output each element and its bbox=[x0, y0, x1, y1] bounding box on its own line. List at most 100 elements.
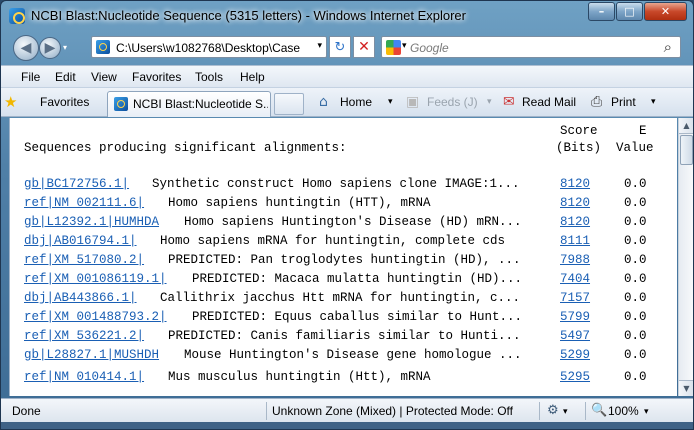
tab-label: NCBI Blast:Nucleotide S... bbox=[133, 97, 268, 111]
addon-settings-icon[interactable]: ⚙ bbox=[547, 403, 559, 418]
feeds-icon: ▣ bbox=[406, 94, 420, 110]
zoom-level[interactable]: 100% bbox=[608, 404, 639, 418]
result-row: ref|XM_517080.2| PREDICTED: Pan troglody… bbox=[10, 253, 670, 272]
score-link[interactable]: 8120 bbox=[560, 196, 590, 210]
sequence-description: PREDICTED: Canis familiaris similar to H… bbox=[168, 329, 521, 343]
evalue: 0.0 bbox=[624, 291, 647, 305]
mail-icon[interactable]: ✉ bbox=[503, 94, 515, 110]
zoom-icon[interactable]: 🔍 bbox=[591, 403, 607, 418]
favorites-button[interactable]: Favorites bbox=[40, 95, 89, 109]
result-row: dbj|AB443866.1| Callithrix jacchus Htt m… bbox=[10, 291, 670, 310]
sequence-description: Synthetic construct Homo sapiens clone I… bbox=[152, 177, 520, 191]
evalue: 0.0 bbox=[624, 177, 647, 191]
menu-help[interactable]: Help bbox=[240, 70, 265, 84]
menu-favorites[interactable]: Favorites bbox=[132, 70, 181, 84]
search-input[interactable]: Google bbox=[410, 41, 449, 55]
page-icon bbox=[96, 40, 110, 54]
status-bar: Done Unknown Zone (Mixed) | Protected Mo… bbox=[1, 398, 693, 422]
tab-ncbi-blast[interactable]: NCBI Blast:Nucleotide S... bbox=[107, 91, 271, 117]
evalue: 0.0 bbox=[624, 370, 647, 384]
new-tab-button[interactable] bbox=[274, 93, 304, 115]
score-link[interactable]: 7157 bbox=[560, 291, 590, 305]
navigation-bar: ◀ ▶ ▾ C:\Users\w1082768\Desktop\Case It … bbox=[1, 31, 693, 63]
evalue: 0.0 bbox=[624, 215, 647, 229]
accession-link[interactable]: ref|XM_001488793.2| bbox=[24, 310, 167, 324]
status-text: Done bbox=[12, 404, 41, 418]
title-bar: NCBI Blast:Nucleotide Sequence (5315 let… bbox=[1, 1, 693, 31]
score-header-line2: (Bits) bbox=[556, 141, 602, 155]
search-box[interactable]: ▾ Google ⌕ bbox=[381, 36, 681, 58]
evalue: 0.0 bbox=[624, 310, 647, 324]
score-link[interactable]: 7404 bbox=[560, 272, 590, 286]
score-link[interactable]: 8120 bbox=[560, 215, 590, 229]
search-icon[interactable]: ⌕ bbox=[664, 38, 672, 56]
close-button[interactable]: ✕ bbox=[644, 2, 687, 21]
score-link[interactable]: 8111 bbox=[560, 234, 590, 248]
result-row: ref|XM_001086119.1| PREDICTED: Macaca mu… bbox=[10, 272, 670, 291]
menu-edit[interactable]: Edit bbox=[55, 70, 76, 84]
evalue: 0.0 bbox=[624, 234, 647, 248]
score-link[interactable]: 5497 bbox=[560, 329, 590, 343]
score-link[interactable]: 5799 bbox=[560, 310, 590, 324]
evalue: 0.0 bbox=[624, 329, 647, 343]
refresh-icon[interactable]: ↻ bbox=[329, 36, 351, 58]
accession-link[interactable]: ref|NM_010414.1| bbox=[24, 370, 144, 384]
read-mail-button[interactable]: Read Mail bbox=[522, 95, 576, 109]
back-button[interactable]: ◀ bbox=[13, 35, 39, 61]
home-button[interactable]: Home bbox=[340, 95, 372, 109]
scroll-down-icon[interactable]: ▼ bbox=[679, 380, 693, 396]
menu-file[interactable]: File bbox=[21, 70, 40, 84]
score-link[interactable]: 7988 bbox=[560, 253, 590, 267]
scroll-up-icon[interactable]: ▲ bbox=[679, 118, 693, 134]
accession-link[interactable]: ref|XM_536221.2| bbox=[24, 329, 144, 343]
address-input[interactable]: C:\Users\w1082768\Desktop\Case It bbox=[116, 41, 302, 55]
accession-link[interactable]: gb|L28827.1|MUSHDH bbox=[24, 348, 159, 362]
evalue: 0.0 bbox=[624, 348, 647, 362]
address-dropdown-icon[interactable]: ▾ bbox=[317, 41, 322, 51]
score-link[interactable]: 5299 bbox=[560, 348, 590, 362]
result-row: dbj|AB016794.1| Homo sapiens mRNA for hu… bbox=[10, 234, 670, 253]
sequence-description: Mouse Huntington's Disease gene homologu… bbox=[184, 348, 522, 362]
accession-link[interactable]: dbj|AB016794.1| bbox=[24, 234, 137, 248]
recent-pages-dropdown[interactable]: ▾ bbox=[63, 43, 67, 52]
menu-tools[interactable]: Tools bbox=[195, 70, 223, 84]
evalue-header-line2: Value bbox=[616, 141, 654, 155]
forward-button[interactable]: ▶ bbox=[39, 37, 61, 59]
accession-link[interactable]: gb|BC172756.1| bbox=[24, 177, 129, 191]
evalue: 0.0 bbox=[624, 272, 647, 286]
ie-logo-icon bbox=[9, 8, 25, 24]
maximize-button[interactable]: □ bbox=[616, 2, 643, 21]
accession-link[interactable]: ref|NM_002111.6| bbox=[24, 196, 144, 210]
scroll-thumb[interactable] bbox=[680, 135, 693, 165]
status-divider bbox=[266, 402, 267, 420]
minimize-button[interactable]: – bbox=[588, 2, 615, 21]
accession-link[interactable]: dbj|AB443866.1| bbox=[24, 291, 137, 305]
search-provider-dropdown-icon[interactable]: ▾ bbox=[402, 41, 407, 51]
menu-bar: File Edit View Favorites Tools Help bbox=[1, 65, 693, 87]
accession-link[interactable]: ref|XM_001086119.1| bbox=[24, 272, 167, 286]
evalue: 0.0 bbox=[624, 253, 647, 267]
menu-view[interactable]: View bbox=[91, 70, 117, 84]
evalue-header-line1: E bbox=[639, 124, 647, 138]
score-link[interactable]: 5295 bbox=[560, 370, 590, 384]
addon-dropdown-icon[interactable]: ▾ bbox=[563, 407, 568, 417]
accession-link[interactable]: gb|L12392.1|HUMHDA bbox=[24, 215, 159, 229]
vertical-scrollbar[interactable]: ▲ ▼ bbox=[678, 118, 693, 396]
home-dropdown-icon[interactable]: ▾ bbox=[388, 97, 393, 107]
print-dropdown-icon[interactable]: ▾ bbox=[651, 97, 656, 107]
result-row: ref|NM_002111.6| Homo sapiens huntingtin… bbox=[10, 196, 670, 215]
sequence-description: PREDICTED: Equus caballus similar to Hun… bbox=[192, 310, 523, 324]
score-link[interactable]: 8120 bbox=[560, 177, 590, 191]
print-icon[interactable]: ⎙ bbox=[591, 94, 602, 110]
google-logo-icon[interactable] bbox=[386, 40, 401, 55]
print-button[interactable]: Print bbox=[611, 95, 636, 109]
sequence-description: PREDICTED: Pan troglodytes huntingtin (H… bbox=[168, 253, 521, 267]
window-controls: – □ ✕ bbox=[587, 2, 687, 21]
security-zone-text[interactable]: Unknown Zone (Mixed) | Protected Mode: O… bbox=[272, 404, 513, 418]
address-bar[interactable]: C:\Users\w1082768\Desktop\Case It ▾ bbox=[91, 36, 327, 58]
stop-icon[interactable]: ✕ bbox=[353, 36, 375, 58]
accession-link[interactable]: ref|XM_517080.2| bbox=[24, 253, 144, 267]
zoom-dropdown-icon[interactable]: ▾ bbox=[644, 407, 649, 417]
favorites-star-icon[interactable]: ★ bbox=[4, 93, 17, 111]
home-icon[interactable]: ⌂ bbox=[319, 94, 328, 110]
